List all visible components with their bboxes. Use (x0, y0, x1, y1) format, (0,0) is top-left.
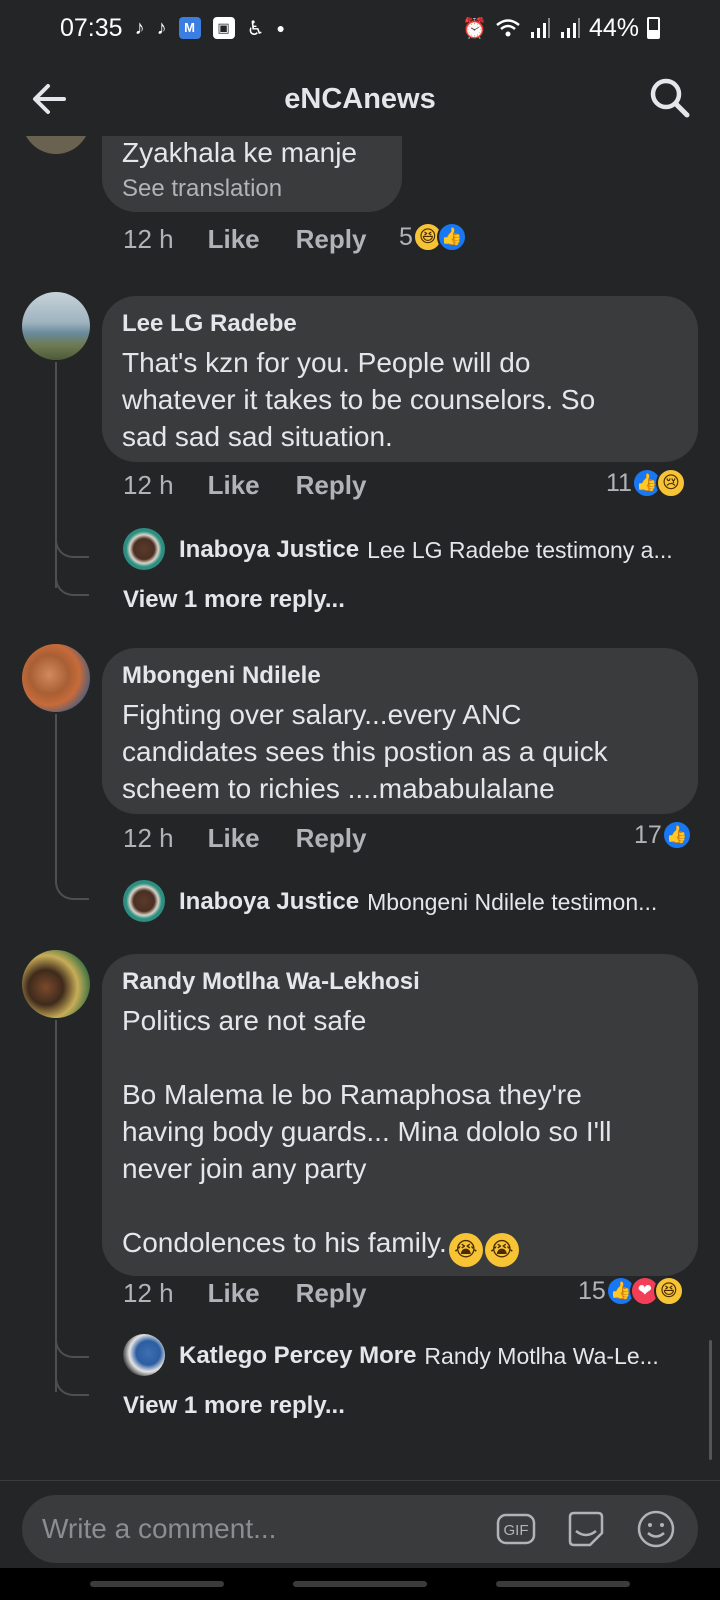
nav-home-handle[interactable] (293, 1581, 427, 1587)
comment-bubble: Randy Motlha Wa-Lekhosi Politics are not… (102, 954, 698, 1276)
comment-bubble: Mbongeni Ndilele Fighting over salary...… (102, 648, 698, 814)
like-button[interactable]: Like (208, 1278, 260, 1309)
reply-button[interactable]: Reply (296, 224, 367, 255)
haha-reaction-icon: 😆 (653, 1276, 684, 1306)
comment-text: Fighting over salary...every ANC candida… (122, 699, 608, 804)
reaction-summary[interactable]: 11 👍 😢 (606, 468, 686, 498)
comments-feed[interactable]: Zyakhala ke manje See translation 12 h L… (0, 136, 720, 1476)
avatar[interactable] (22, 136, 90, 154)
comment-author[interactable]: Lee LG Radebe (122, 310, 678, 338)
battery-percent: 44% (588, 13, 639, 42)
gif-icon[interactable]: GIF (494, 1507, 538, 1551)
reply-snippet: Mbongeni Ndilele testimon... (367, 888, 658, 915)
view-more-replies-link[interactable]: View 1 more reply... (123, 1392, 345, 1420)
reply-preview[interactable]: Inaboya Justice Mbongeni Ndilele testimo… (179, 888, 699, 916)
reaction-summary[interactable]: 17 👍 (634, 820, 692, 850)
comment-bubble: Lee LG Radebe That's kzn for you. People… (102, 296, 698, 462)
reply-author: Katlego Percey More (179, 1342, 417, 1369)
reply-snippet: Randy Motlha Wa-Le... (424, 1342, 659, 1369)
thread-line (55, 362, 57, 588)
reply-snippet: Lee LG Radebe testimony a... (367, 536, 673, 563)
dot-icon: ● (276, 20, 285, 36)
avatar[interactable] (22, 644, 90, 712)
see-translation-link[interactable]: See translation (122, 175, 382, 203)
reply-connector (55, 1370, 89, 1396)
crying-emoji-icon: 😭 (448, 1233, 483, 1267)
reply-connector (55, 1332, 89, 1358)
like-button[interactable]: Like (208, 224, 260, 255)
crying-emoji-icon: 😭 (484, 1233, 519, 1267)
tiktok-icon: ♪ (134, 16, 145, 39)
scrollbar[interactable] (709, 1340, 712, 1460)
reaction-count: 5 (399, 222, 413, 251)
like-reaction-icon: 👍 (661, 820, 692, 850)
comment-text: That's kzn for you. People will do whate… (122, 347, 596, 452)
reaction-summary[interactable]: 15 👍 ❤ 😆 (578, 1276, 684, 1306)
avatar[interactable] (22, 950, 90, 1018)
reply-connector (55, 570, 89, 596)
comment-text: Zyakhala ke manje (122, 137, 358, 168)
view-more-replies-link[interactable]: View 1 more reply... (123, 586, 345, 614)
reply-button[interactable]: Reply (296, 1278, 367, 1309)
nav-recents-handle[interactable] (90, 1581, 224, 1587)
comment-composer-bar: Write a comment... GIF (0, 1480, 720, 1568)
comment-actions: 12 h Like Reply (123, 823, 402, 854)
reply-author: Inaboya Justice (179, 536, 360, 563)
page-title: eNCAnews (284, 82, 436, 115)
comment-actions: 12 h Like Reply (123, 1278, 402, 1309)
battery-icon (647, 17, 660, 39)
app-icon: M (178, 17, 201, 39)
nav-back-handle[interactable] (496, 1581, 630, 1587)
comment-time: 12 h (123, 1278, 174, 1308)
thread-line (55, 714, 57, 884)
comment-time: 12 h (123, 224, 174, 254)
search-icon[interactable] (648, 76, 692, 120)
avatar[interactable] (22, 292, 90, 360)
comment-actions: 12 h Like Reply (123, 470, 402, 501)
comment-input[interactable]: Write a comment... GIF (22, 1495, 698, 1563)
signal-icon (530, 18, 550, 38)
alarm-icon: ⏰ (462, 17, 487, 40)
comment-text-body: Politics are not safe Bo Malema le bo Ra… (122, 1005, 612, 1258)
signal-icon (560, 18, 580, 38)
avatar[interactable] (123, 880, 165, 922)
arrow-left-icon[interactable] (28, 78, 70, 120)
comment-text: Politics are not safe Bo Malema le bo Ra… (122, 1002, 678, 1267)
avatar[interactable] (123, 528, 165, 570)
comment-placeholder[interactable]: Write a comment... (42, 1513, 468, 1545)
reaction-count: 11 (606, 468, 632, 497)
system-nav-bar (0, 1568, 720, 1600)
comment-actions: 12 h Like Reply (123, 224, 402, 255)
status-time: 07:35 (60, 13, 123, 42)
comment-time: 12 h (123, 823, 174, 853)
reply-connector (55, 874, 89, 900)
reply-button[interactable]: Reply (296, 470, 367, 501)
gallery-icon: ▣ (212, 17, 235, 39)
svg-text:GIF: GIF (504, 1522, 529, 1539)
wifi-icon (496, 19, 520, 37)
like-button[interactable]: Like (208, 823, 260, 854)
reaction-summary[interactable]: 5 😆 👍 (399, 222, 467, 252)
reply-author: Inaboya Justice (179, 888, 360, 915)
reaction-count: 17 (634, 820, 662, 849)
reply-preview[interactable]: Katlego Percey More Randy Motlha Wa-Le..… (179, 1342, 699, 1370)
sticker-icon[interactable] (564, 1507, 608, 1551)
like-button[interactable]: Like (208, 470, 260, 501)
app-header: eNCAnews (0, 62, 720, 136)
accessibility-icon: ♿ (246, 17, 265, 40)
reply-connector (55, 532, 89, 558)
like-reaction-icon: 👍 (436, 222, 467, 252)
tiktok-icon: ♪ (156, 16, 167, 39)
comment-time: 12 h (123, 470, 174, 500)
status-bar: 07:35 ♪ ♪ M ▣ ♿ ● ⏰ 44% (0, 0, 720, 56)
reaction-count: 15 (578, 1276, 606, 1305)
comment-author[interactable]: Mbongeni Ndilele (122, 662, 678, 690)
comment-bubble: Zyakhala ke manje See translation (102, 136, 402, 212)
avatar[interactable] (123, 1334, 165, 1376)
reply-button[interactable]: Reply (296, 823, 367, 854)
reply-preview[interactable]: Inaboya Justice Lee LG Radebe testimony … (179, 536, 699, 564)
comment-author[interactable]: Randy Motlha Wa-Lekhosi (122, 968, 678, 996)
sad-reaction-icon: 😢 (655, 468, 686, 498)
emoji-icon[interactable] (634, 1507, 678, 1551)
